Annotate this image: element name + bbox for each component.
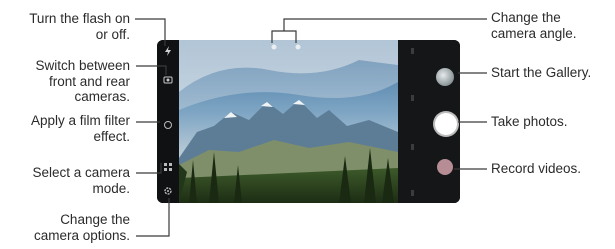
callout-take-photos: Take photos. — [491, 114, 568, 129]
callout-camera-options: Change the camera options. — [33, 212, 130, 243]
callout-camera-mode: Select a camera mode. — [32, 165, 130, 196]
callout-camera-angle: Change the camera angle. — [491, 10, 577, 41]
callout-gallery: Start the Gallery. — [491, 65, 592, 80]
callout-record-videos: Record videos. — [491, 161, 582, 176]
camera-screen-diagram: Turn the flash on or off. Switch between… — [0, 0, 615, 249]
callout-flash: Turn the flash on or off. — [29, 11, 130, 42]
callout-camera-switch: Switch between front and rear cameras. — [35, 58, 130, 104]
callout-film-filter: Apply a film filter effect. — [30, 113, 130, 144]
